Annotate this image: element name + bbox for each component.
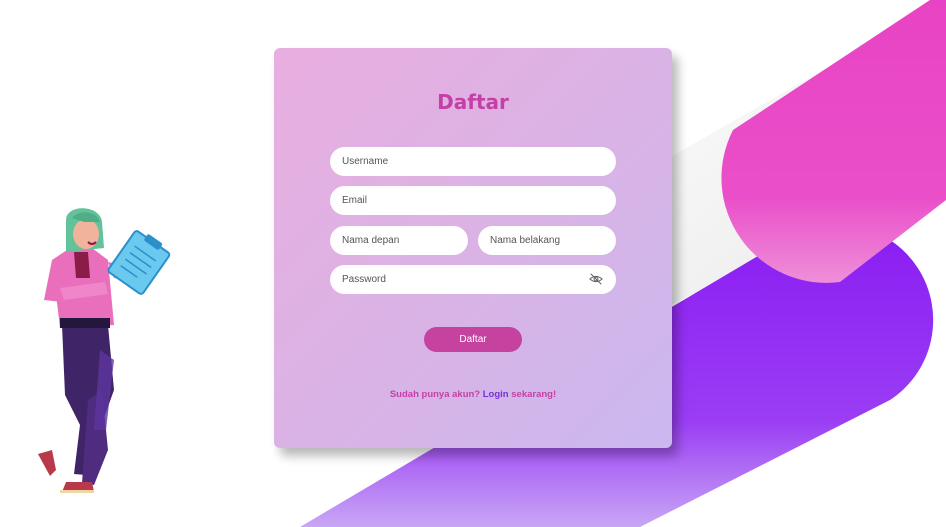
woman-illustration: [38, 208, 171, 493]
password-input[interactable]: [330, 265, 616, 294]
login-prompt-prefix: Sudah punya akun?: [389, 389, 481, 400]
register-button[interactable]: Daftar: [424, 327, 522, 352]
last-name-input[interactable]: [478, 226, 616, 255]
first-name-input[interactable]: [330, 226, 468, 255]
login-link[interactable]: Login: [483, 389, 509, 400]
register-card: Daftar Daftar Sudah punya akun? Login se…: [274, 48, 672, 448]
login-prompt: Sudah punya akun? Login sekarang!: [274, 389, 672, 400]
email-input[interactable]: [330, 186, 616, 215]
login-prompt-suffix: sekarang!: [511, 389, 557, 400]
pink-band: [721, 0, 946, 283]
form-title: Daftar: [437, 90, 509, 114]
eye-off-icon[interactable]: [589, 272, 603, 286]
username-input[interactable]: [330, 147, 616, 176]
